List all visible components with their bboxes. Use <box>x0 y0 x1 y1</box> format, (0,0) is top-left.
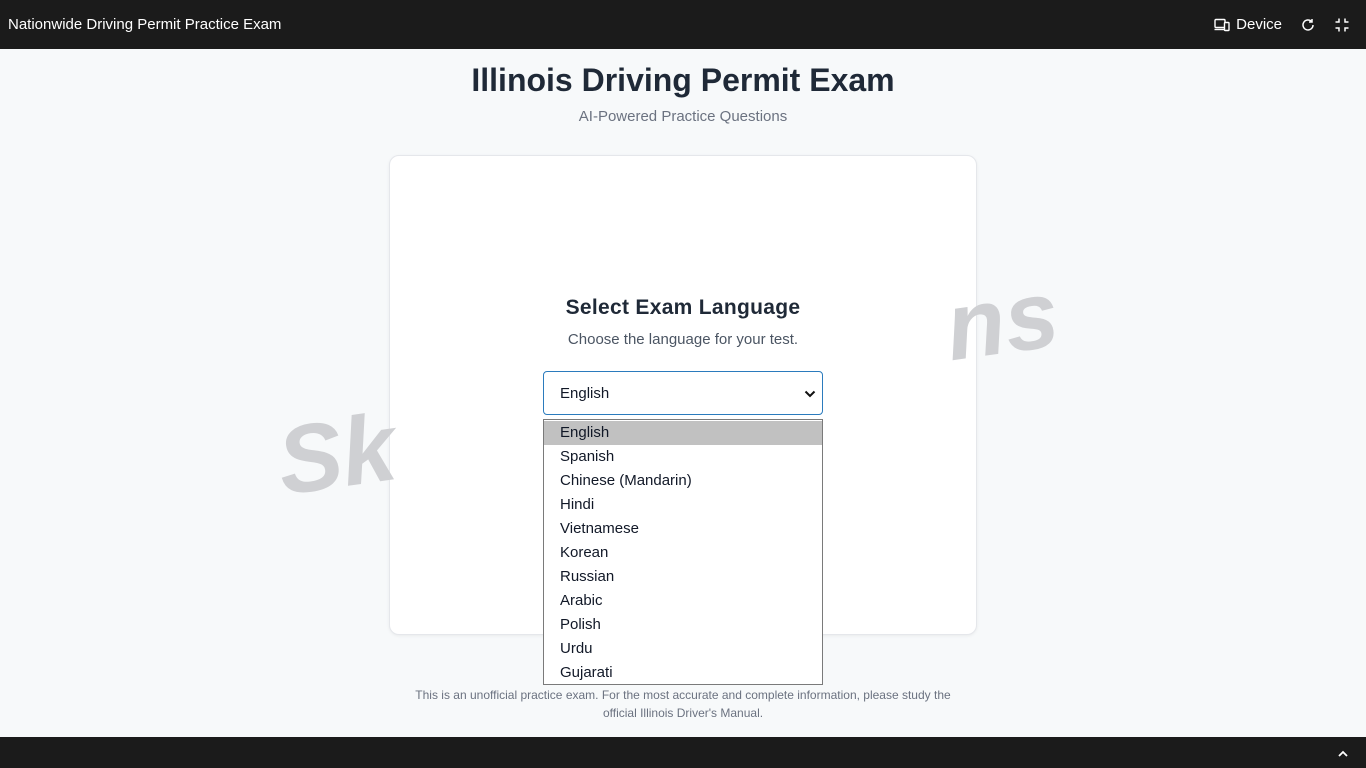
app-title: Nationwide Driving Permit Practice Exam <box>8 16 282 33</box>
language-select-value: English <box>560 384 610 402</box>
language-option[interactable]: Polish <box>544 613 822 637</box>
device-icon <box>1214 17 1230 33</box>
disclaimer: This is an unofficial practice exam. For… <box>415 688 951 720</box>
collapse-icon[interactable] <box>1334 17 1350 33</box>
language-option[interactable]: Gujarati <box>544 661 822 685</box>
language-option[interactable]: Korean <box>544 541 822 565</box>
language-option[interactable]: Arabic <box>544 589 822 613</box>
watermark-text-left: Sk <box>271 393 403 516</box>
top-bar: Nationwide Driving Permit Practice Exam … <box>0 0 1366 49</box>
bottom-bar <box>0 737 1366 768</box>
language-option[interactable]: Vietnamese <box>544 517 822 541</box>
device-label: Device <box>1236 16 1282 33</box>
chevron-down-icon <box>804 385 816 402</box>
language-option[interactable]: Russian <box>544 565 822 589</box>
language-option[interactable]: Chinese (Mandarin) <box>544 469 822 493</box>
topbar-actions: Device <box>1214 16 1358 33</box>
language-select[interactable]: English <box>543 371 823 415</box>
device-button[interactable]: Device <box>1214 16 1282 33</box>
language-option[interactable]: Urdu <box>544 637 822 661</box>
chevron-up-icon[interactable] <box>1338 744 1348 762</box>
page-title: Illinois Driving Permit Exam <box>471 62 895 98</box>
language-option[interactable]: English <box>544 421 822 445</box>
language-option[interactable]: Hindi <box>544 493 822 517</box>
page-subtitle: AI-Powered Practice Questions <box>578 108 788 125</box>
refresh-icon[interactable] <box>1300 17 1316 33</box>
card-heading: Select Exam Language <box>565 296 801 319</box>
language-option[interactable]: Spanish <box>544 445 822 469</box>
card-subheading: Choose the language for your test. <box>567 331 799 348</box>
language-dropdown[interactable]: English Spanish Chinese (Mandarin) Hindi… <box>543 419 823 685</box>
